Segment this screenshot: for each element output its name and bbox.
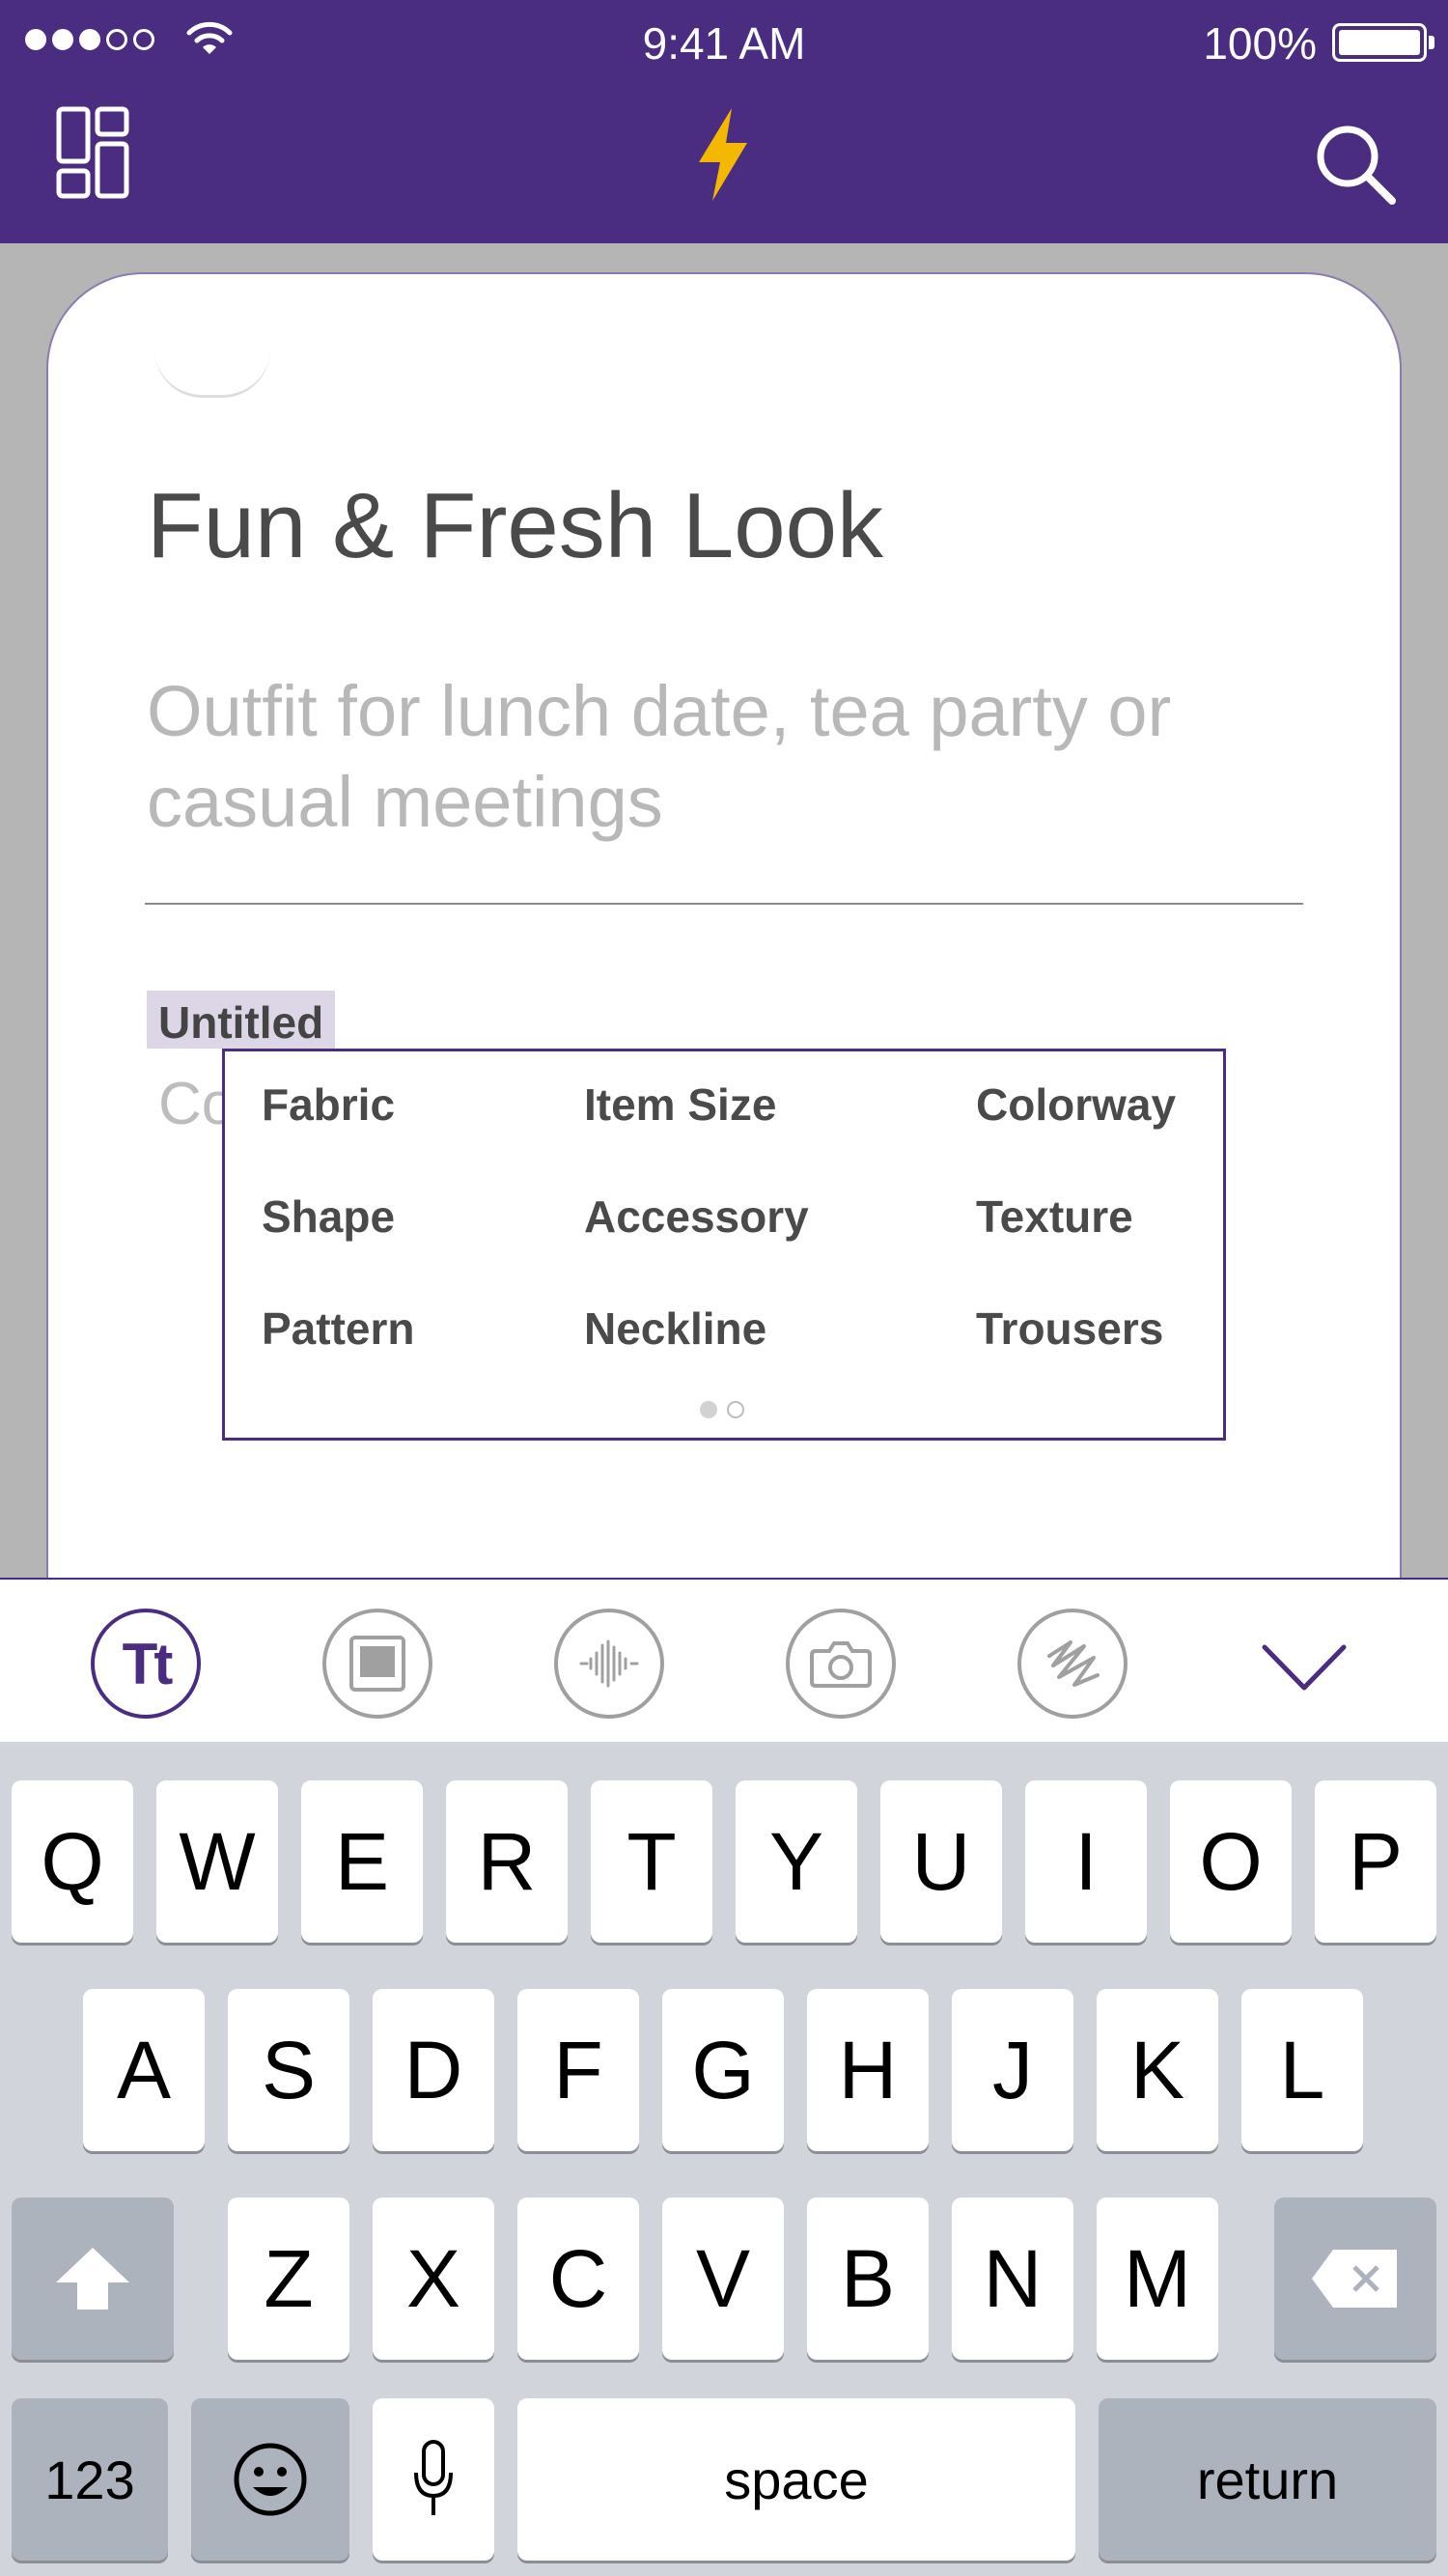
key-k[interactable]: K (1097, 1989, 1218, 2151)
suggestion-neckline[interactable]: Neckline (584, 1302, 766, 1355)
key-r[interactable]: R (446, 1780, 568, 1943)
camera-icon (810, 1641, 872, 1688)
image-button[interactable] (322, 1609, 432, 1719)
formatting-toolbar: Tt (0, 1578, 1448, 1742)
top-bar: 9:41 AM 100% (0, 0, 1448, 243)
microphone-key[interactable] (373, 2398, 494, 2561)
suggestion-pattern[interactable]: Pattern (262, 1302, 414, 1355)
divider (145, 903, 1303, 905)
shift-icon (56, 2248, 129, 2310)
key-n[interactable]: N (952, 2198, 1073, 2360)
key-b[interactable]: B (807, 2198, 929, 2360)
space-key[interactable]: space (517, 2398, 1075, 2561)
key-a[interactable]: A (83, 1989, 205, 2151)
battery-percentage: 100% (1203, 18, 1317, 69)
chevron-down-icon[interactable] (1261, 1641, 1348, 1694)
emoji-key[interactable] (191, 2398, 349, 2561)
key-q[interactable]: Q (12, 1780, 133, 1943)
key-d[interactable]: D (373, 1989, 494, 2151)
page-dot (727, 1401, 744, 1418)
layout-icon[interactable] (56, 106, 129, 199)
key-p[interactable]: P (1315, 1780, 1436, 1943)
status-bar: 9:41 AM 100% (0, 0, 1448, 85)
audio-button[interactable] (554, 1609, 664, 1719)
search-icon[interactable] (1313, 122, 1396, 205)
section-tag[interactable]: Untitled (147, 991, 336, 1049)
key-v[interactable]: V (662, 2198, 784, 2360)
key-j[interactable]: J (952, 1989, 1073, 2151)
key-t[interactable]: T (591, 1780, 712, 1943)
page-dot-active (700, 1401, 717, 1418)
scribble-icon (1047, 1640, 1100, 1687)
key-o[interactable]: O (1170, 1780, 1292, 1943)
suggestion-colorway[interactable]: Colorway (976, 1078, 1176, 1131)
suggestion-shape[interactable]: Shape (262, 1190, 395, 1243)
key-x[interactable]: X (373, 2198, 494, 2360)
key-l[interactable]: L (1241, 1989, 1363, 2151)
lightning-bolt-icon[interactable] (693, 108, 753, 201)
draw-button[interactable] (1017, 1609, 1128, 1719)
key-i[interactable]: I (1025, 1780, 1147, 1943)
suggestion-popup: Fabric Item Size Colorway Shape Accessory Tex… (222, 1049, 1226, 1441)
text-format-icon: Tt (122, 1631, 174, 1696)
key-m[interactable]: M (1097, 2198, 1218, 2360)
key-f[interactable]: F (517, 1989, 639, 2151)
key-c[interactable]: C (517, 2198, 639, 2360)
image-icon (349, 1636, 405, 1692)
key-h[interactable]: H (807, 1989, 929, 2151)
suggestion-texture[interactable]: Texture (976, 1190, 1133, 1243)
key-z[interactable]: Z (228, 2198, 349, 2360)
suggestion-accessory[interactable]: Accessory (584, 1190, 809, 1243)
note-subtitle[interactable]: Outfit for lunch date, tea party or casu… (147, 666, 1305, 848)
backspace-key[interactable] (1274, 2198, 1436, 2360)
microphone-icon (414, 2440, 453, 2515)
note-title[interactable]: Fun & Fresh Look (147, 473, 883, 579)
key-s[interactable]: S (228, 1989, 349, 2151)
key-y[interactable]: Y (736, 1780, 857, 1943)
shift-key[interactable] (12, 2198, 174, 2360)
key-g[interactable]: G (662, 1989, 784, 2151)
suggestion-trousers[interactable]: Trousers (976, 1302, 1163, 1355)
keyboard: 123 space return QWERTYUIOP ASDFGHJKL ZXCV… (0, 1742, 1448, 2576)
key-e[interactable]: E (301, 1780, 423, 1943)
text-format-button[interactable]: Tt (91, 1609, 201, 1719)
suggestion-item-size[interactable]: Item Size (584, 1078, 776, 1131)
backspace-icon (1312, 2250, 1397, 2308)
numbers-key[interactable]: 123 (12, 2398, 168, 2561)
page-indicator[interactable] (700, 1401, 744, 1418)
key-w[interactable]: W (156, 1780, 278, 1943)
suggestion-fabric[interactable]: Fabric (262, 1078, 395, 1131)
battery-icon (1332, 23, 1434, 62)
key-u[interactable]: U (880, 1780, 1002, 1943)
camera-button[interactable] (786, 1609, 896, 1719)
emoji-icon (234, 2443, 307, 2516)
audio-waveform-icon (579, 1639, 639, 1688)
return-key[interactable]: return (1099, 2398, 1436, 2561)
